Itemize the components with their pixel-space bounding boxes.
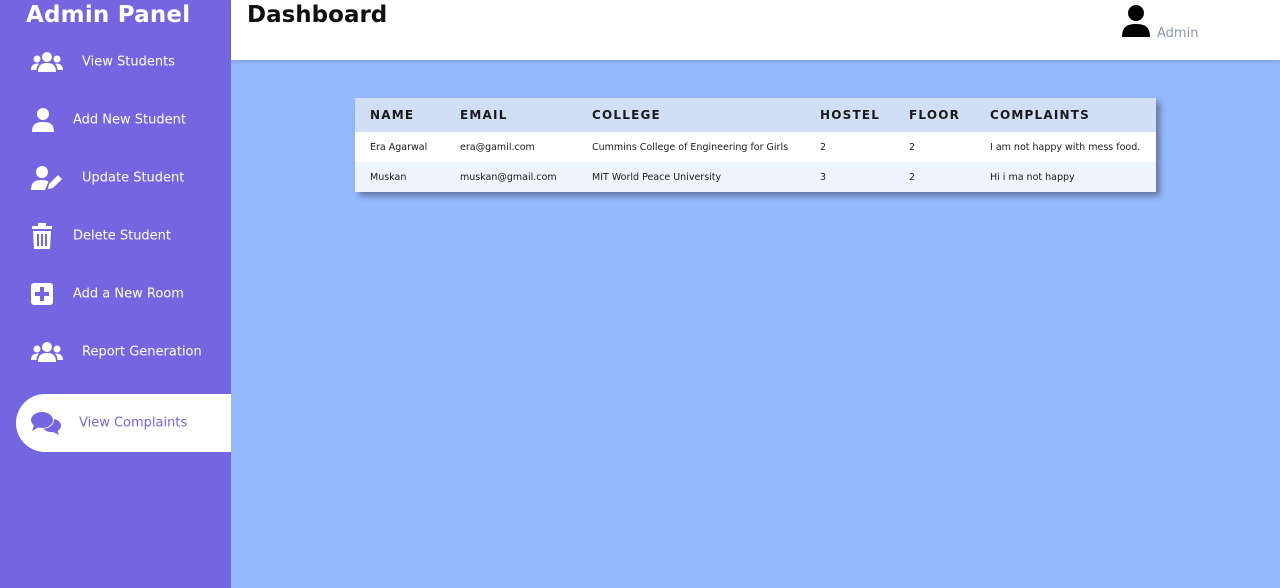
- sidebar-item-view-complaints[interactable]: View Complaints: [16, 394, 231, 452]
- sidebar-item-label: View Complaints: [79, 415, 188, 431]
- column-header-college: COLLEGE: [592, 108, 661, 122]
- page-title: Dashboard: [247, 2, 388, 28]
- comments-icon: [31, 410, 63, 436]
- sidebar-item-delete-student[interactable]: Delete Student: [0, 216, 231, 256]
- sidebar-item-report-generation[interactable]: Report Generation: [0, 332, 231, 372]
- sidebar-item-label: Update Student: [82, 170, 185, 186]
- sidebar-item-label: Add a New Room: [73, 286, 184, 302]
- column-header-name: NAME: [370, 108, 415, 122]
- trash-icon: [31, 223, 63, 249]
- cell-floor: 2: [909, 171, 916, 183]
- user-edit-icon: [31, 165, 63, 191]
- sidebar-item-label: View Students: [82, 54, 175, 70]
- column-header-hostel: HOSTEL: [820, 108, 881, 122]
- table-row: Muskan muskan@gmail.com MIT World Peace …: [355, 162, 1156, 192]
- sidebar-item-label: Delete Student: [73, 228, 172, 244]
- table-header-row: NAME EMAIL COLLEGE HOSTEL FLOOR COMPLAIN…: [355, 98, 1156, 132]
- cell-name: Era Agarwal: [370, 141, 428, 153]
- column-header-floor: FLOOR: [909, 108, 961, 122]
- users-icon: [31, 49, 63, 75]
- user-name: Admin: [1157, 26, 1199, 41]
- user-avatar-icon: [1121, 4, 1151, 42]
- complaints-table: NAME EMAIL COLLEGE HOSTEL FLOOR COMPLAIN…: [355, 98, 1156, 192]
- user-menu[interactable]: Admin: [1121, 4, 1198, 42]
- cell-college: Cummins College of Engineering for Girls: [592, 141, 789, 153]
- cell-email: muskan@gmail.com: [460, 171, 557, 183]
- column-header-email: EMAIL: [460, 108, 508, 122]
- users-icon: [31, 339, 63, 365]
- top-bar: Dashboard Admin: [231, 0, 1280, 60]
- column-header-complaints: COMPLAINTS: [990, 108, 1091, 122]
- cell-college: MIT World Peace University: [592, 171, 722, 183]
- cell-floor: 2: [909, 141, 916, 153]
- table-row: Era Agarwal era@gamil.com Cummins Colleg…: [355, 132, 1156, 162]
- cell-complaint: Hi i ma not happy: [990, 171, 1075, 183]
- sidebar-item-update-student[interactable]: Update Student: [0, 158, 231, 198]
- sidebar-item-label: Report Generation: [82, 344, 202, 360]
- sidebar-item-label: Add New Student: [73, 112, 186, 128]
- cell-complaint: I am not happy with mess food.: [990, 141, 1141, 153]
- sidebar: Admin Panel View Students Add New Studen…: [0, 0, 231, 588]
- cell-name: Muskan: [370, 171, 407, 183]
- complaints-table-card: NAME EMAIL COLLEGE HOSTEL FLOOR COMPLAIN…: [355, 98, 1156, 192]
- sidebar-title: Admin Panel: [26, 2, 191, 28]
- sidebar-item-view-students[interactable]: View Students: [0, 42, 231, 82]
- plus-square-icon: [31, 281, 63, 307]
- cell-email: era@gamil.com: [460, 141, 535, 153]
- cell-hostel: 2: [820, 141, 827, 153]
- sidebar-item-add-a-new-room[interactable]: Add a New Room: [0, 274, 231, 314]
- sidebar-item-add-new-student[interactable]: Add New Student: [0, 100, 231, 140]
- cell-hostel: 3: [820, 171, 827, 183]
- user-icon: [31, 107, 63, 133]
